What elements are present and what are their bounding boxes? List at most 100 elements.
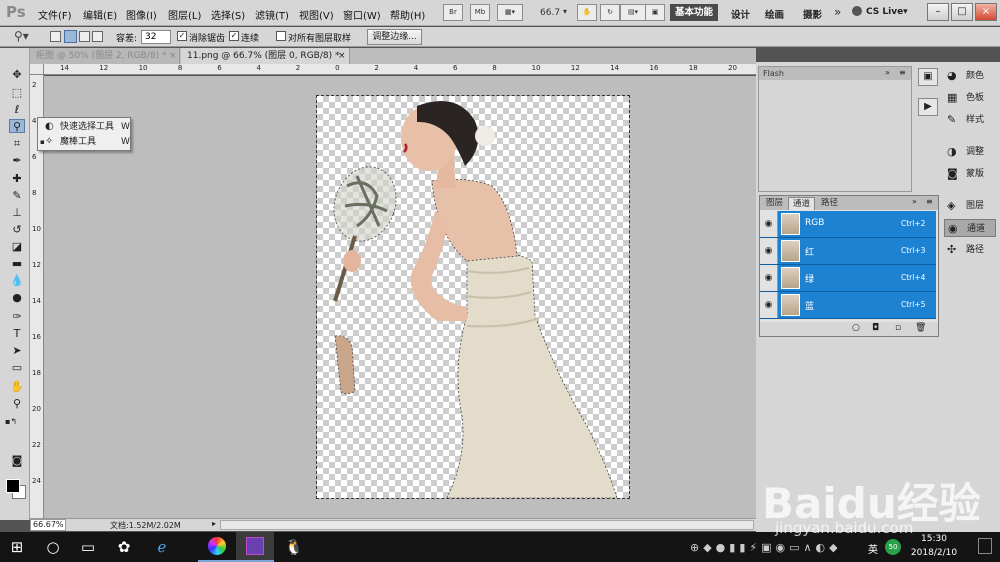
type-tool-icon[interactable]: T xyxy=(9,327,25,341)
maximize-button[interactable]: □ xyxy=(951,3,973,21)
move-tool-icon[interactable]: ✥ xyxy=(9,68,25,82)
zoom-level[interactable]: 66.7 xyxy=(540,8,560,18)
channel-row-rgb[interactable]: ◉ RGB Ctrl+2 xyxy=(760,211,936,238)
cortana-icon[interactable]: ○ xyxy=(42,536,64,558)
quick-mask-icon[interactable]: ◙ xyxy=(9,454,25,468)
history-brush-icon[interactable]: ↺ xyxy=(9,223,25,237)
hand-tool-icon[interactable]: ✋ xyxy=(9,380,25,394)
subtract-selection-icon[interactable] xyxy=(79,31,90,42)
fan-app-icon[interactable]: ✿ xyxy=(113,536,135,558)
notification-icon[interactable] xyxy=(978,538,992,554)
flyout-item-magic-wand[interactable]: ▪ ✧ 魔棒工具 W xyxy=(40,135,130,149)
panel-paths[interactable]: ✣ 路径 xyxy=(944,241,996,259)
tray-icons[interactable]: ⊕◆●▮▮⚡▣◉▭∧◐◆ xyxy=(690,541,842,554)
flash-collapse-icon[interactable]: » xyxy=(885,68,890,77)
menu-window[interactable]: 窗口(W) xyxy=(343,7,381,22)
gradient-tool-icon[interactable]: ▬ xyxy=(9,257,25,271)
menu-filter[interactable]: 滤镜(T) xyxy=(255,7,289,22)
menu-help[interactable]: 帮助(H) xyxy=(390,7,425,22)
shape-tool-icon[interactable]: ▭ xyxy=(9,361,25,375)
magic-wand-preset-icon[interactable]: ⚲▾ xyxy=(14,29,29,43)
eyedropper-tool-icon[interactable]: ✒ xyxy=(9,154,25,168)
tab-1-close-icon[interactable]: × xyxy=(169,48,177,64)
channel-row-green[interactable]: ◉ 绿 Ctrl+4 xyxy=(760,265,936,292)
bridge-button[interactable]: Br xyxy=(443,4,463,21)
panel-layers[interactable]: ◈ 图层 xyxy=(944,197,996,215)
history-panel-icon[interactable]: ▣ xyxy=(918,68,938,86)
marquee-tool-icon[interactable]: ⬚ xyxy=(9,86,25,100)
save-selection-icon[interactable]: ◘ xyxy=(872,323,879,333)
input-language[interactable]: 英 xyxy=(868,541,878,556)
visibility-eye-icon[interactable]: ◉ xyxy=(760,265,778,291)
sample-all-layers-checkbox[interactable] xyxy=(276,31,286,41)
pen-tool-icon[interactable]: ✑ xyxy=(9,310,25,324)
channel-row-blue[interactable]: ◉ 蓝 Ctrl+5 xyxy=(760,292,936,319)
panel-swatches[interactable]: ▦ 色板 xyxy=(944,89,996,107)
clone-stamp-icon[interactable]: ⊥ xyxy=(9,206,25,220)
foreground-color-swatch[interactable] xyxy=(6,479,20,493)
clock-date[interactable]: 2018/2/10 xyxy=(904,548,964,558)
menu-file[interactable]: 文件(F) xyxy=(38,7,72,22)
add-to-selection-icon[interactable] xyxy=(64,30,77,43)
flyout-item-quick-selection[interactable]: ◐ 快速选择工具 W xyxy=(41,120,130,134)
dodge-tool-icon[interactable]: ● xyxy=(9,291,25,305)
tab-layers[interactable]: 图层 xyxy=(762,197,787,210)
tab-document-2[interactable]: 11.png @ 66.7% (图层 0, RGB/8) * × xyxy=(181,48,350,64)
start-icon[interactable]: ⊞ xyxy=(6,536,28,558)
menu-layer[interactable]: 图层(L) xyxy=(168,7,201,22)
crop-tool-icon[interactable]: ⌗ xyxy=(9,137,25,151)
load-selection-icon[interactable]: ○ xyxy=(852,323,860,333)
new-channel-icon[interactable]: ▫ xyxy=(895,323,901,333)
status-menu-arrow-icon[interactable]: ▸ xyxy=(212,519,216,528)
tab-document-1[interactable]: 拒图 @ 50% (图层 2, RGB/8) * × xyxy=(30,48,180,64)
actions-panel-icon[interactable]: ▶ xyxy=(918,98,938,116)
flash-menu-icon[interactable]: ≡ xyxy=(899,68,906,77)
temperature-badge[interactable]: 50 xyxy=(885,539,901,555)
panel-masks[interactable]: ◙ 蒙版 xyxy=(944,165,996,183)
rotate-view-button[interactable]: ↻ xyxy=(600,4,620,21)
arrange-documents-button[interactable]: ▤▾ xyxy=(620,4,646,21)
close-window-button[interactable]: × xyxy=(975,3,997,21)
brush-tool-icon[interactable]: ✎ xyxy=(9,189,25,203)
menu-edit[interactable]: 编辑(E) xyxy=(83,7,117,22)
tab-2-close-icon[interactable]: × xyxy=(338,48,346,64)
path-selection-icon[interactable]: ➤ xyxy=(9,344,25,358)
zoom-tool-icon[interactable]: ⚲ xyxy=(9,397,25,411)
visibility-eye-icon[interactable]: ◉ xyxy=(760,211,778,237)
panel-styles[interactable]: ✎ 样式 xyxy=(944,111,996,129)
delete-channel-icon[interactable]: 🗑 xyxy=(915,323,926,333)
anti-alias-checkbox[interactable]: ✓ xyxy=(177,31,187,41)
panel-collapse-icon[interactable]: » xyxy=(912,197,917,206)
minimize-button[interactable]: – xyxy=(927,3,949,21)
menu-view[interactable]: 视图(V) xyxy=(299,7,334,22)
screen-mode-button[interactable]: ▣ xyxy=(645,4,665,21)
lasso-tool-icon[interactable]: ℓ xyxy=(9,103,25,117)
tab-paths[interactable]: 路径 xyxy=(817,197,842,210)
visibility-eye-icon[interactable]: ◉ xyxy=(760,238,778,264)
mini-bridge-button[interactable]: Mb xyxy=(470,4,490,21)
taskbar-app-photoshop[interactable] xyxy=(236,532,274,562)
workspace-design[interactable]: 设计 xyxy=(731,7,750,21)
panel-color[interactable]: ◕ 颜色 xyxy=(944,67,996,85)
quick-selection-tool-icon[interactable]: ⚲ xyxy=(9,119,25,133)
eraser-tool-icon[interactable]: ◪ xyxy=(9,240,25,254)
panel-menu-icon[interactable]: ≡ xyxy=(926,197,933,206)
workspace-painting[interactable]: 绘画 xyxy=(765,7,784,21)
blur-tool-icon[interactable]: 💧 xyxy=(9,274,25,288)
internet-explorer-icon[interactable]: ℯ xyxy=(151,536,173,558)
panel-channels[interactable]: ◉ 通道 xyxy=(944,219,996,237)
cs-live-button[interactable]: CS Live▾ xyxy=(866,7,908,17)
zoom-field[interactable]: 66.67% xyxy=(30,519,66,531)
workspace-photography[interactable]: 摄影 xyxy=(803,7,822,21)
workspace-essentials[interactable]: 基本功能 xyxy=(670,4,718,21)
taskbar-app-colorwheel[interactable] xyxy=(198,532,236,562)
panel-adjustments[interactable]: ◑ 调整 xyxy=(944,143,996,161)
menu-image[interactable]: 图像(I) xyxy=(126,7,157,22)
qq-icon[interactable]: 🐧 xyxy=(283,536,305,558)
hand-tool-button[interactable]: ✋ xyxy=(577,4,597,21)
zoom-dropdown-icon[interactable]: ▾ xyxy=(563,7,567,16)
view-extras-button[interactable]: ▦▾ xyxy=(497,4,523,21)
default-colors-icon[interactable]: ▪↰ xyxy=(5,417,17,426)
intersect-selection-icon[interactable] xyxy=(92,31,103,42)
contiguous-checkbox[interactable]: ✓ xyxy=(229,31,239,41)
